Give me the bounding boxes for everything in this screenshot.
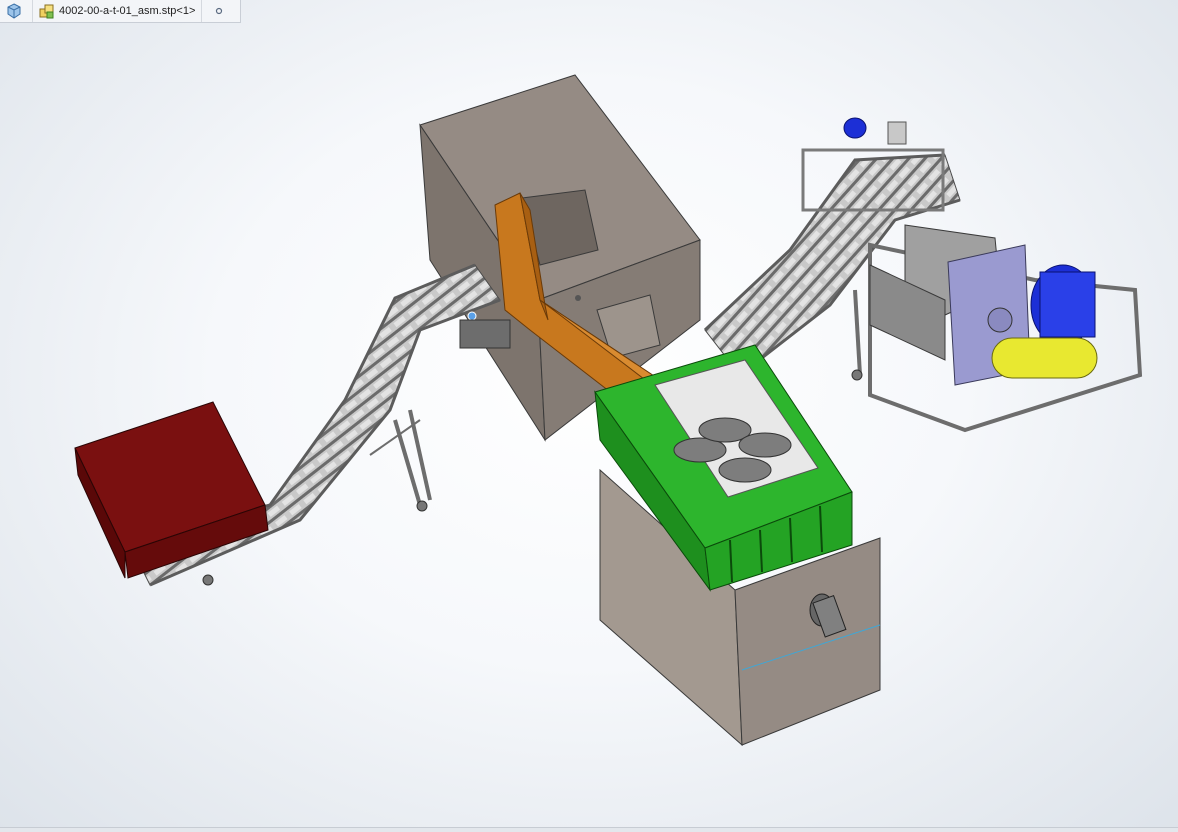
assembly-model[interactable] <box>0 22 1178 832</box>
part-cube-icon <box>6 3 22 19</box>
breadcrumb: 4002-00-a-t-01_asm.stp<1> <box>0 0 242 23</box>
assembly-label: 4002-00-a-t-01_asm.stp<1> <box>59 5 196 17</box>
breadcrumb-assembly[interactable]: 4002-00-a-t-01_asm.stp<1> <box>32 0 201 22</box>
breadcrumb-end[interactable] <box>201 0 240 22</box>
breadcrumb-root[interactable] <box>0 0 32 22</box>
feed-hood[interactable] <box>74 401 269 579</box>
graphics-viewport[interactable] <box>0 22 1178 832</box>
assembly-icon <box>39 3 55 19</box>
status-bar <box>0 827 1178 832</box>
dot-icon <box>211 3 227 19</box>
